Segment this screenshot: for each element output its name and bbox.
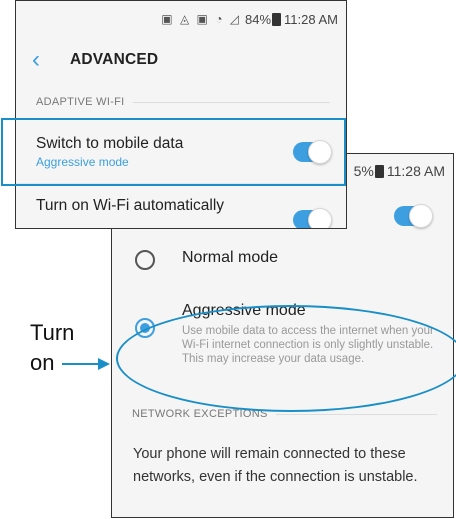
advanced-settings-screen: ▣ ◬ ▣ ◔ ◿ 84% 11:28 AM ‹ ADVANCED ADAPTI… (15, 0, 347, 229)
network-exceptions-text: Your phone will remain connected to thes… (133, 446, 418, 485)
master-toggle[interactable] (394, 203, 433, 228)
page-title: ADVANCED (70, 51, 159, 68)
normal-mode-label: Normal mode (182, 249, 279, 266)
app-header: ‹ ADVANCED (16, 37, 346, 83)
battery-icon (374, 164, 384, 178)
battery-percent: 5% (353, 163, 374, 179)
battery-percent: 84% (245, 11, 272, 27)
turn-on-wifi-title: Turn on Wi-Fi automatically (36, 197, 225, 214)
back-arrow-icon[interactable]: ‹ (32, 48, 54, 72)
callout-arrow-icon (62, 358, 110, 370)
highlight-ellipse (116, 305, 456, 412)
clock: 11:28 AM (386, 163, 445, 179)
turn-on-wifi-toggle[interactable] (293, 208, 332, 228)
highlight-rectangle (1, 118, 346, 186)
status-icons: ▣ ◬ ▣ ◔ ◿ (161, 12, 241, 26)
status-bar: ▣ ◬ ▣ ◔ ◿ 84% 11:28 AM (16, 1, 346, 37)
normal-mode-radio[interactable] (135, 250, 155, 270)
adaptive-wifi-header: ADAPTIVE WI-FI (16, 83, 346, 121)
turn-on-wifi-row[interactable]: Turn on Wi-Fi automatically (16, 184, 346, 228)
battery-icon (272, 12, 282, 26)
normal-mode-option[interactable]: Normal mode (112, 248, 453, 298)
clock: 11:28 AM (284, 11, 338, 27)
